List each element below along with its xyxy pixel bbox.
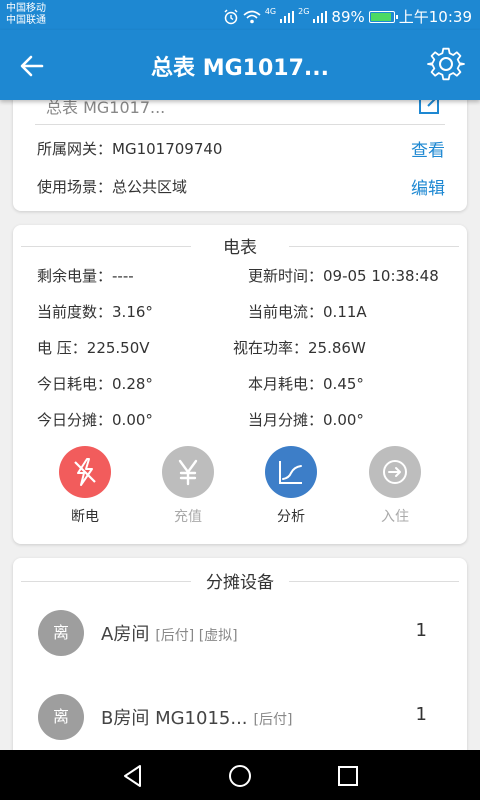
current-reading: 当前度数：3.16° [37, 301, 153, 322]
analysis-button[interactable]: 分析 [251, 446, 331, 526]
share-card: 分摊设备 离 A房间 [后付] [虚拟] 1 离 B房间 MG1015... [后付… [13, 558, 467, 758]
recharge-label: 充值 [174, 509, 202, 525]
field-label: 当前电流： [248, 303, 324, 321]
month-share: 当月分摊：0.00° [248, 409, 364, 430]
update-time: 更新时间：09-05 10:38:48 [248, 265, 439, 286]
check-in-button[interactable]: 入住 [355, 446, 435, 526]
app-bar: 总表 MG1017... [0, 30, 480, 100]
check-in-label: 入住 [381, 509, 409, 525]
settings-button[interactable] [426, 44, 466, 84]
field-label: 剩余电量： [37, 267, 113, 285]
field-value: 09-05 10:38:48 [323, 267, 439, 285]
device-count: 1 [415, 704, 427, 725]
field-value: 0.11A [323, 303, 367, 321]
power-off-button[interactable]: 断电 [45, 446, 125, 526]
gear-icon [427, 47, 465, 81]
check-in-icon [369, 446, 421, 498]
field-value: 25.86W [308, 339, 366, 357]
system-nav-bar [0, 750, 480, 800]
carrier-2: 中国联通 [6, 15, 46, 26]
field-label: 今日耗电： [37, 375, 113, 393]
device-count: 1 [415, 620, 427, 641]
chart-line-icon [265, 446, 317, 498]
carrier-info: 中国移动 中国联通 [6, 3, 46, 27]
page-title: 总表 MG1017... [151, 56, 329, 81]
field-value: 0.00° [323, 411, 364, 429]
device-tags: [后付] [253, 712, 293, 728]
today-share: 今日分摊：0.00° [37, 409, 153, 430]
battery-percent: 89% [331, 7, 365, 26]
device-tags: [后付] [虚拟] [155, 628, 238, 644]
gateway-row: 所属网关：MG101709740 查看 [37, 136, 445, 161]
field-value: 0.45° [323, 375, 364, 393]
signal-icon-1 [280, 10, 295, 23]
meter-card: 电表 剩余电量：---- 更新时间：09-05 10:38:48 当前度数：3.… [13, 225, 467, 544]
voltage: 电 压：225.50V [37, 337, 150, 358]
view-gateway-link[interactable]: 查看 [411, 136, 445, 161]
analysis-label: 分析 [277, 509, 305, 525]
device-name: A房间 [后付] [虚拟] [101, 620, 238, 646]
field-label: 电 压： [37, 339, 87, 357]
field-label: 当前度数： [37, 303, 113, 321]
remaining-power: 剩余电量：---- [37, 265, 134, 286]
avatar: 离 [38, 694, 84, 740]
list-item[interactable]: 离 A房间 [后付] [虚拟] 1 [13, 590, 467, 674]
device-name: B房间 MG1015... [后付] [101, 704, 292, 730]
current-amperage: 当前电流：0.11A [248, 301, 367, 322]
field-value: 3.16° [112, 303, 153, 321]
gateway-label: 所属网关： [37, 140, 113, 158]
carrier-1: 中国移动 [6, 3, 46, 14]
month-consumption: 本月耗电：0.45° [248, 373, 364, 394]
field-label: 当月分摊： [248, 411, 324, 429]
field-value: 0.28° [112, 375, 153, 393]
device-name-text: B房间 MG1015... [101, 708, 248, 729]
field-value: ---- [112, 267, 134, 285]
clock: 上午10:39 [398, 8, 472, 26]
signal-icon-2 [313, 10, 328, 23]
status-bar: 中国移动 中国联通 4G 2G 89% 上午10:39 [0, 0, 480, 30]
scene-label: 使用场景： [37, 178, 113, 196]
nav-recents-icon[interactable] [335, 763, 361, 789]
field-label: 本月耗电： [248, 375, 324, 393]
yen-icon [162, 446, 214, 498]
device-name-text: A房间 [101, 624, 150, 645]
status-indicators: 4G 2G 89% 上午10:39 [223, 6, 472, 27]
apparent-power: 视在功率：25.86W [233, 337, 366, 358]
field-value: 0.00° [112, 411, 153, 429]
gateway-value: MG101709740 [112, 140, 223, 158]
nav-home-icon[interactable] [227, 763, 253, 789]
list-item[interactable]: 离 B房间 MG1015... [后付] 1 [13, 674, 467, 758]
nav-back-icon[interactable] [120, 763, 146, 789]
field-label: 视在功率： [233, 339, 309, 357]
battery-icon [368, 10, 398, 23]
today-consumption: 今日耗电：0.28° [37, 373, 153, 394]
scene-row: 使用场景：总公共区域 编辑 [37, 174, 445, 199]
power-off-label: 断电 [71, 509, 99, 525]
network-type-1: 4G [264, 7, 277, 16]
power-off-icon [59, 446, 111, 498]
field-value: 225.50V [86, 339, 150, 357]
field-label: 更新时间： [248, 267, 324, 285]
edit-scene-link[interactable]: 编辑 [411, 174, 445, 199]
avatar: 离 [38, 610, 84, 656]
network-type-2: 2G [298, 7, 310, 16]
gateway-card: 总表 MG1017... 所属网关：MG101709740 查看 使用场景：总公… [13, 84, 467, 211]
wifi-icon [243, 10, 261, 23]
recharge-button[interactable]: 充值 [148, 446, 228, 526]
field-label: 今日分摊： [37, 411, 113, 429]
meter-section-title: 电表 [21, 233, 459, 258]
scene-value: 总公共区域 [112, 178, 188, 196]
alarm-icon [224, 8, 238, 24]
divider [35, 124, 445, 125]
